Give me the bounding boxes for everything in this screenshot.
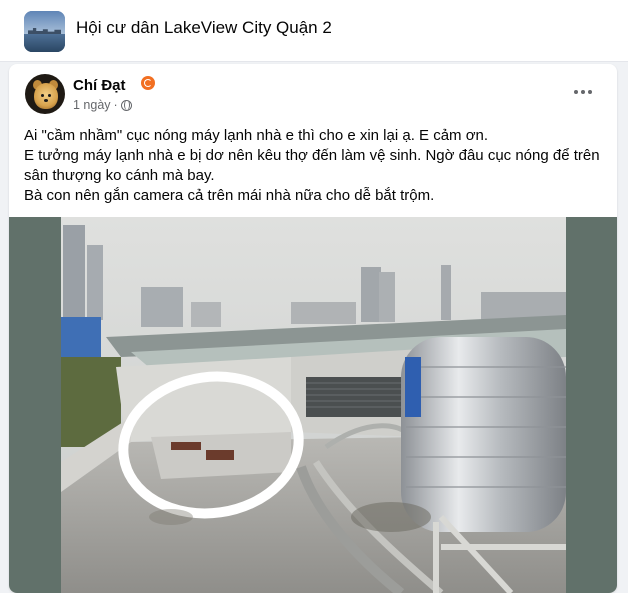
post-text-line: E tưởng máy lạnh nhà e bị dơ nên kêu thợ… [24,147,600,184]
group-header: Hội cư dân LakeView City Quận 2 [0,0,628,62]
more-options-button[interactable] [565,78,601,106]
post-text-line: Bà con nên gắn camera cả trên mái nhà nữ… [24,187,435,204]
post-meta: 1 ngày · [73,98,132,112]
post-card: Chí Đạt 1 ngày · Ai "cầm nhầm" cục nóng … [9,64,617,593]
meta-separator: · [113,98,118,112]
post-time[interactable]: 1 ngày [73,98,111,112]
orange-badge-icon[interactable] [141,76,155,90]
post-text: Ai "cầm nhầm" cục nóng máy lạnh nhà e th… [24,126,604,206]
post-text-line: Ai "cầm nhầm" cục nóng máy lạnh nhà e th… [24,127,489,144]
author-name[interactable]: Chí Đạt [73,77,126,94]
rooftop-photo [61,217,566,593]
group-cover-thumbnail[interactable] [24,11,65,52]
group-title[interactable]: Hội cư dân LakeView City Quận 2 [76,18,332,38]
more-horizontal-icon [574,90,578,94]
post-photo[interactable] [9,217,617,593]
avatar[interactable] [25,74,65,114]
globe-icon [120,99,132,111]
